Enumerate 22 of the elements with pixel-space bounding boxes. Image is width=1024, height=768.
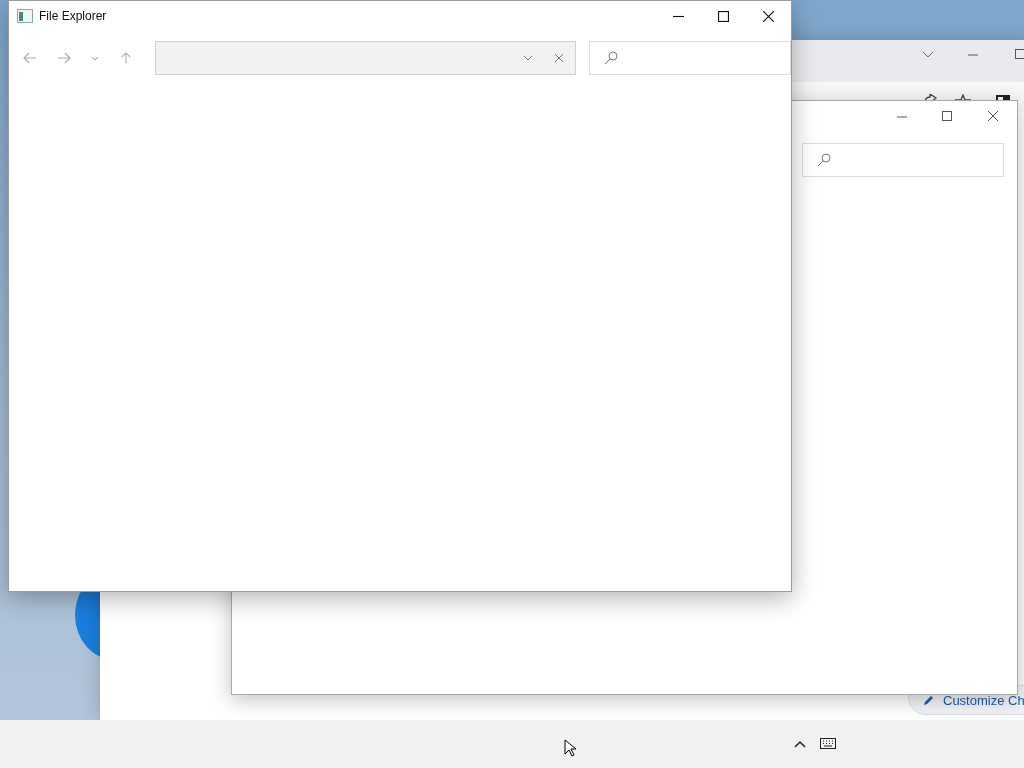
chevron-down-icon[interactable] (922, 51, 934, 59)
window-title: File Explorer (39, 9, 107, 23)
keyboard-icon[interactable] (820, 738, 836, 749)
chevron-down-icon[interactable] (523, 55, 534, 61)
chevron-up-icon[interactable] (794, 740, 806, 748)
search-icon (604, 51, 619, 65)
search-field[interactable] (589, 41, 791, 75)
mouse-pointer-icon (564, 739, 576, 757)
window-icon (17, 9, 33, 23)
back-arrow-icon[interactable] (23, 52, 37, 64)
up-arrow-icon[interactable] (118, 52, 133, 64)
search-field[interactable] (802, 143, 1004, 177)
clear-icon[interactable] (555, 54, 564, 62)
forward-arrow-icon[interactable] (57, 52, 71, 64)
close-icon[interactable] (988, 111, 998, 121)
chevron-down-icon[interactable] (90, 55, 99, 61)
customize-label: Customize Ch (943, 692, 1024, 708)
search-icon (817, 153, 831, 167)
maximize-icon[interactable] (718, 10, 729, 22)
close-icon[interactable] (763, 10, 774, 22)
maximize-icon[interactable] (1015, 49, 1024, 59)
maximize-icon[interactable] (942, 111, 952, 121)
